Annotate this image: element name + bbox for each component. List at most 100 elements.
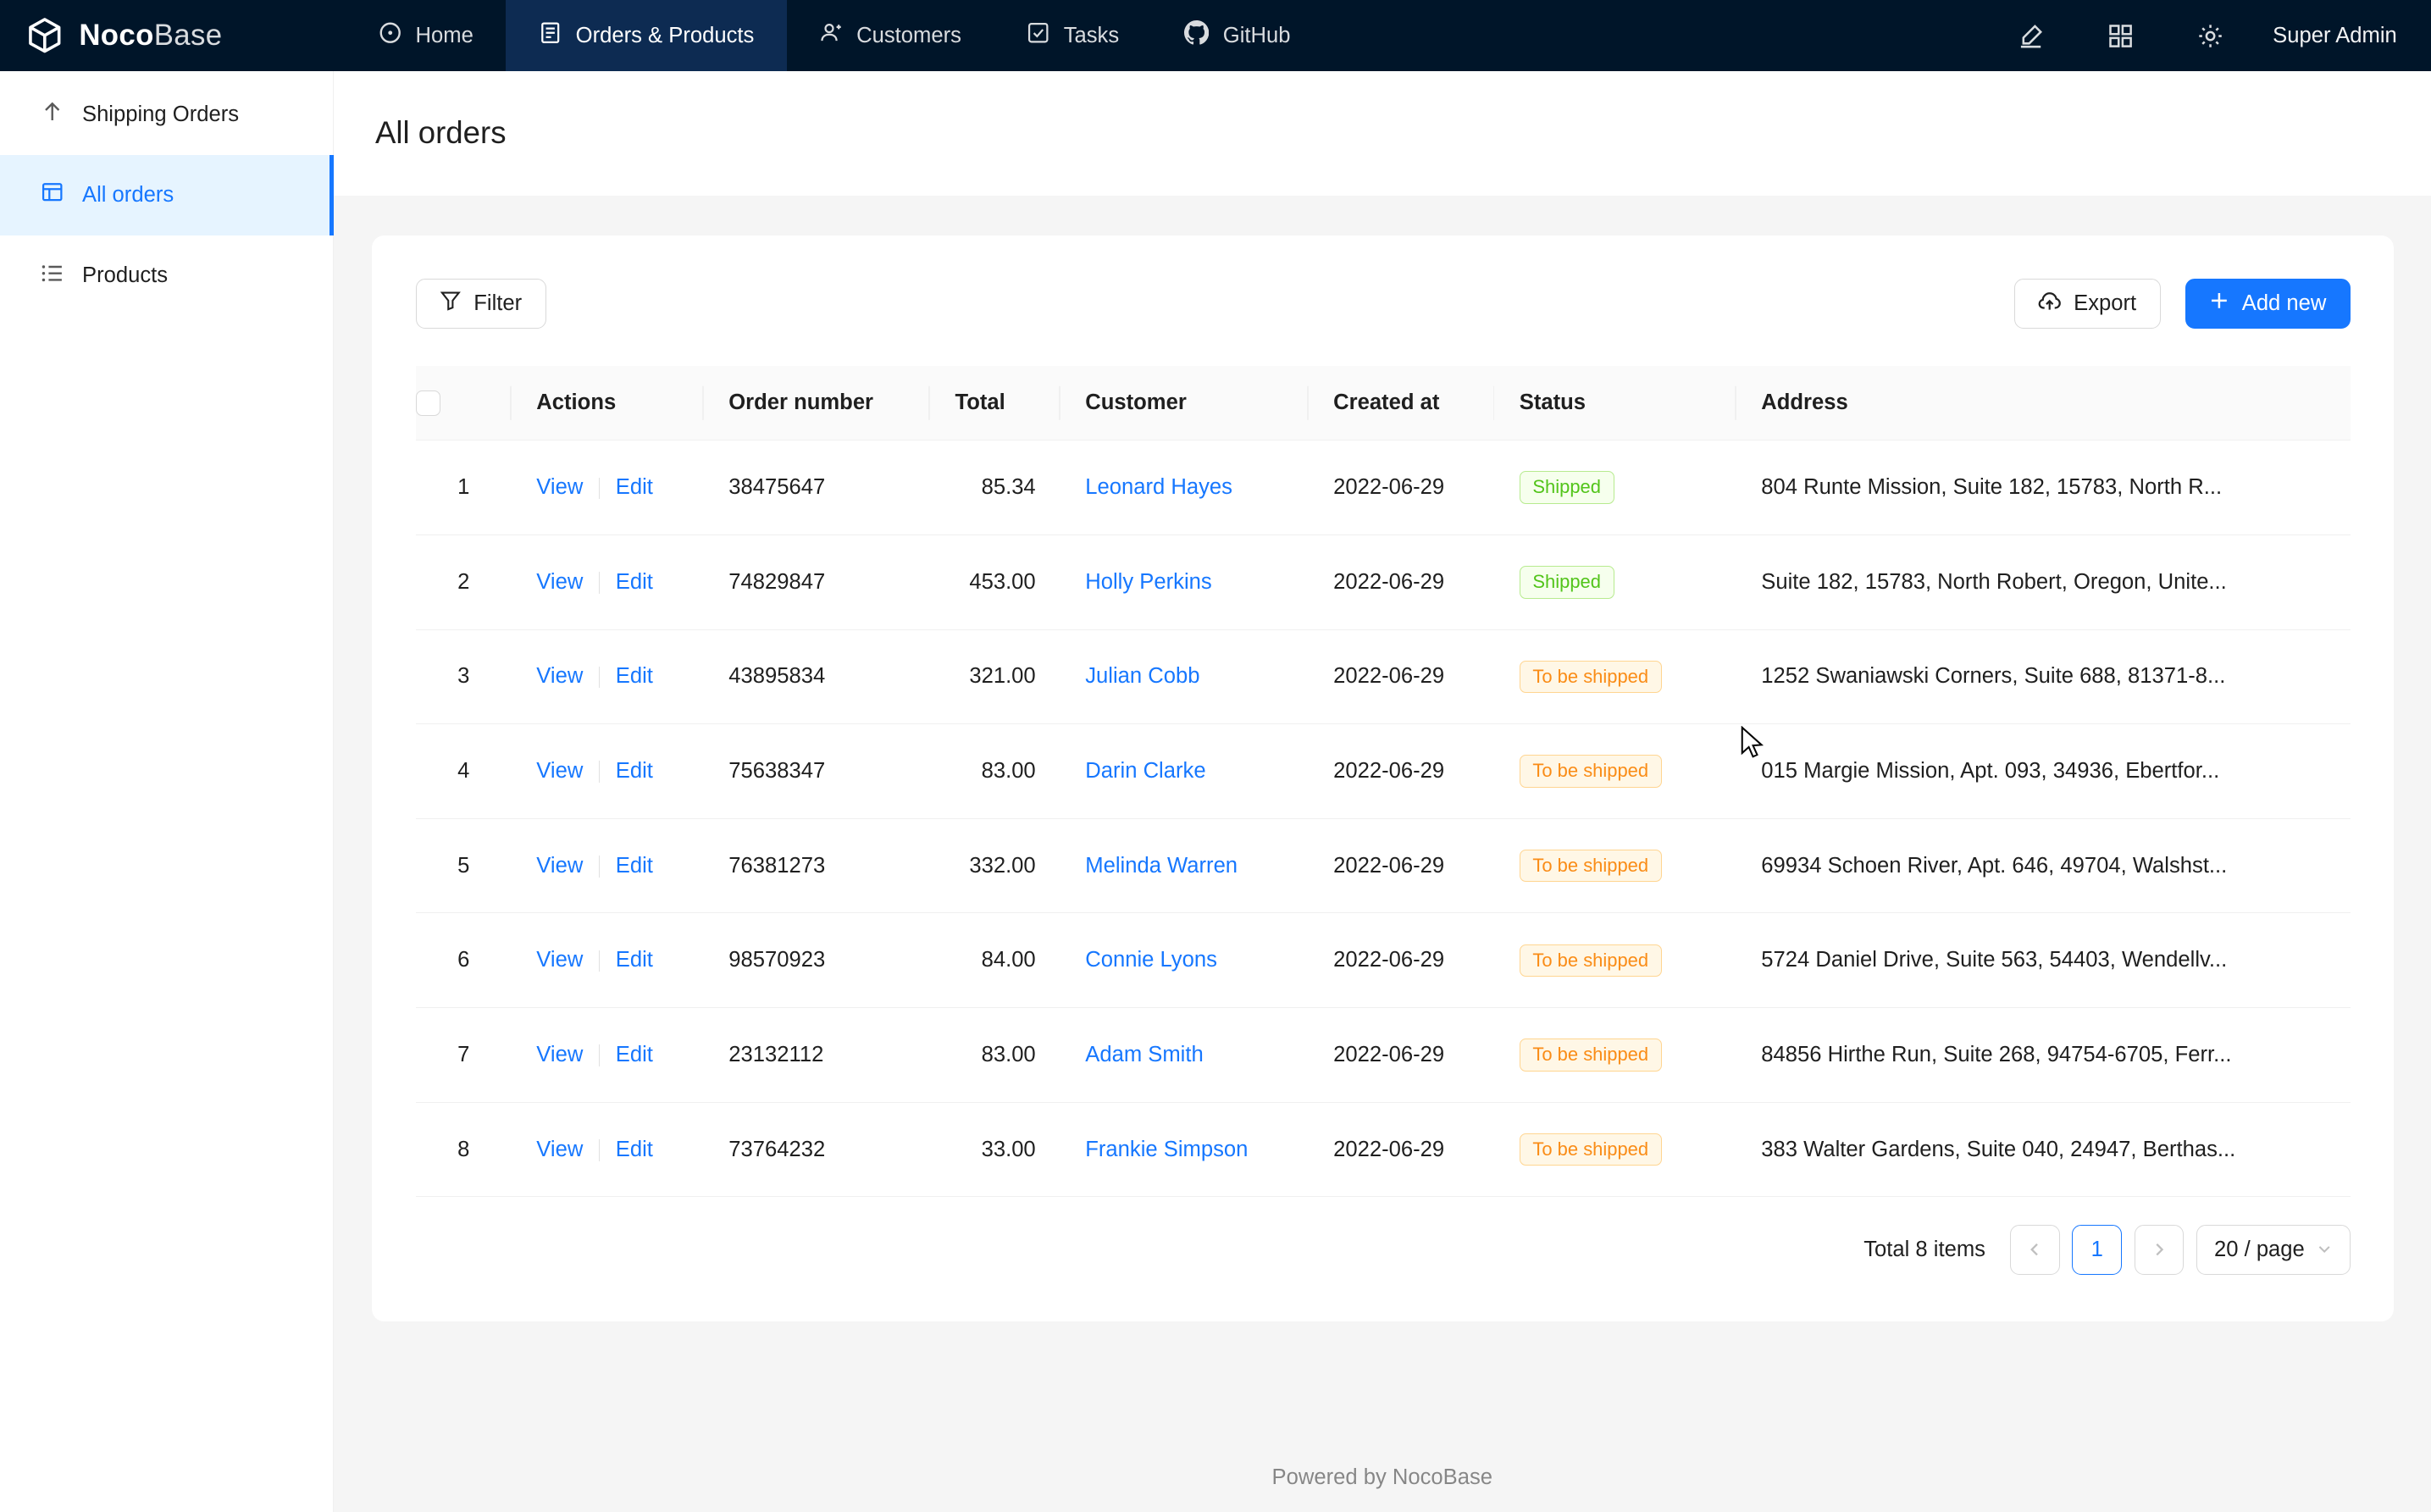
row-index: 2 — [416, 534, 512, 629]
nav-item-tasks[interactable]: Tasks — [994, 0, 1151, 71]
nav-item-orders-products[interactable]: Orders & Products — [506, 0, 786, 71]
edit-link[interactable]: Edit — [616, 570, 653, 594]
view-link[interactable]: View — [536, 475, 583, 499]
table-row: 2 ViewEdit 74829847 453.00 Holly Perkins… — [416, 534, 2351, 629]
created-at-cell: 2022-06-29 — [1309, 534, 1495, 629]
filter-button-label: Filter — [473, 291, 522, 316]
order-number-cell: 76381273 — [704, 818, 930, 913]
page-size-value: 20 / page — [2214, 1238, 2305, 1262]
edit-link[interactable]: Edit — [616, 948, 653, 972]
status-cell: To be shipped — [1494, 1102, 1736, 1197]
pagination: Total 8 items 1 20 / page — [416, 1225, 2351, 1275]
next-page-button[interactable] — [2135, 1225, 2185, 1275]
page-size-select[interactable]: 20 / page — [2196, 1225, 2351, 1275]
edit-link[interactable]: Edit — [616, 1138, 653, 1161]
status-badge: Shipped — [1520, 566, 1614, 599]
order-number-cell: 73764232 — [704, 1102, 930, 1197]
row-actions: View Edit — [512, 440, 704, 535]
table-row: 7 ViewEdit 23132112 83.00 Adam Smith 202… — [416, 1008, 2351, 1103]
user-menu[interactable]: Super Admin — [2273, 24, 2397, 48]
orders-icon — [539, 21, 562, 50]
address-cell: 804 Runte Mission, Suite 182, 15783, Nor… — [1736, 440, 2351, 535]
nav-item-label: GitHub — [1223, 24, 1291, 48]
sidebar-item-products[interactable]: Products — [0, 235, 333, 316]
customer-link[interactable]: Melinda Warren — [1085, 854, 1238, 878]
nav-item-home[interactable]: Home — [346, 0, 506, 71]
action-divider — [599, 856, 601, 878]
plus-icon — [2209, 291, 2229, 317]
footer-credit: Powered by NocoBase — [334, 1465, 2431, 1490]
status-cell: Shipped — [1494, 534, 1736, 629]
add-new-button[interactable]: Add new — [2185, 279, 2351, 329]
nocobase-logo[interactable]: NocoBase — [0, 15, 334, 56]
status-badge: To be shipped — [1520, 850, 1662, 883]
sidebar-item-shipping-orders[interactable]: Shipping Orders — [0, 75, 333, 155]
previous-page-button[interactable] — [2010, 1225, 2060, 1275]
created-at-cell: 2022-06-29 — [1309, 440, 1495, 535]
customer-link[interactable]: Darin Clarke — [1085, 759, 1205, 783]
total-cell: 85.34 — [930, 440, 1060, 535]
status-cell: Shipped — [1494, 440, 1736, 535]
customer-link[interactable]: Holly Perkins — [1085, 570, 1211, 594]
column-header-order-number: Order number — [704, 366, 930, 440]
sidebar-item-label: Products — [82, 263, 168, 288]
status-cell: To be shipped — [1494, 913, 1736, 1008]
blocks-icon[interactable] — [2087, 0, 2156, 71]
row-actions: View Edit — [512, 629, 704, 724]
edit-link[interactable]: Edit — [616, 854, 653, 878]
row-actions: View Edit — [512, 818, 704, 913]
edit-link[interactable]: Edit — [616, 759, 653, 783]
customer-cell: Melinda Warren — [1060, 818, 1309, 913]
created-at-cell: 2022-06-29 — [1309, 629, 1495, 724]
customer-link[interactable]: Julian Cobb — [1085, 664, 1199, 688]
customer-link[interactable]: Frankie Simpson — [1085, 1138, 1248, 1161]
customer-link[interactable]: Adam Smith — [1085, 1043, 1203, 1066]
order-number-cell: 38475647 — [704, 440, 930, 535]
address-cell: 69934 Schoen River, Apt. 646, 49704, Wal… — [1736, 818, 2351, 913]
status-badge: To be shipped — [1520, 1038, 1662, 1072]
customer-link[interactable]: Leonard Hayes — [1085, 475, 1232, 499]
address-cell: 015 Margie Mission, Apt. 093, 34936, Ebe… — [1736, 724, 2351, 819]
view-link[interactable]: View — [536, 570, 583, 594]
view-link[interactable]: View — [536, 854, 583, 878]
sidebar-item-label: Shipping Orders — [82, 102, 239, 127]
view-link[interactable]: View — [536, 1138, 583, 1161]
total-cell: 321.00 — [930, 629, 1060, 724]
view-link[interactable]: View — [536, 664, 583, 688]
edit-link[interactable]: Edit — [616, 1043, 653, 1066]
logo-icon — [25, 15, 65, 56]
toolbar-right: Export Add new — [2014, 279, 2351, 329]
view-link[interactable]: View — [536, 1043, 583, 1066]
sidebar-item-label: All orders — [82, 183, 174, 208]
select-all-checkbox[interactable] — [416, 390, 440, 415]
column-header-actions: Actions — [512, 366, 704, 440]
address-cell: 383 Walter Gardens, Suite 040, 24947, Be… — [1736, 1102, 2351, 1197]
customer-cell: Frankie Simpson — [1060, 1102, 1309, 1197]
table-row: 3 ViewEdit 43895834 321.00 Julian Cobb 2… — [416, 629, 2351, 724]
page-number-button[interactable]: 1 — [2072, 1225, 2122, 1275]
nav-item-customers[interactable]: Customers — [787, 0, 994, 71]
filter-button[interactable]: Filter — [416, 279, 546, 329]
table-row: 1 ViewEdit 38475647 85.34 Leonard Hayes … — [416, 440, 2351, 535]
customer-cell: Adam Smith — [1060, 1008, 1309, 1103]
highlighter-icon[interactable] — [1996, 0, 2065, 71]
row-actions: View Edit — [512, 1102, 704, 1197]
row-index: 7 — [416, 1008, 512, 1103]
nav-item-label: Orders & Products — [576, 24, 755, 48]
view-link[interactable]: View — [536, 948, 583, 972]
customer-cell: Darin Clarke — [1060, 724, 1309, 819]
edit-link[interactable]: Edit — [616, 475, 653, 499]
page-header: All orders — [334, 71, 2431, 195]
view-link[interactable]: View — [536, 759, 583, 783]
row-actions: View Edit — [512, 913, 704, 1008]
sidebar-item-all-orders[interactable]: All orders — [0, 155, 333, 235]
order-number-cell: 74829847 — [704, 534, 930, 629]
nav-item-github[interactable]: GitHub — [1152, 0, 1323, 71]
edit-link[interactable]: Edit — [616, 664, 653, 688]
gear-icon[interactable] — [2177, 0, 2245, 71]
customer-link[interactable]: Connie Lyons — [1085, 948, 1217, 972]
cloud-upload-icon — [2038, 290, 2061, 318]
export-button[interactable]: Export — [2014, 279, 2161, 329]
customer-cell: Leonard Hayes — [1060, 440, 1309, 535]
customers-icon — [819, 21, 842, 50]
